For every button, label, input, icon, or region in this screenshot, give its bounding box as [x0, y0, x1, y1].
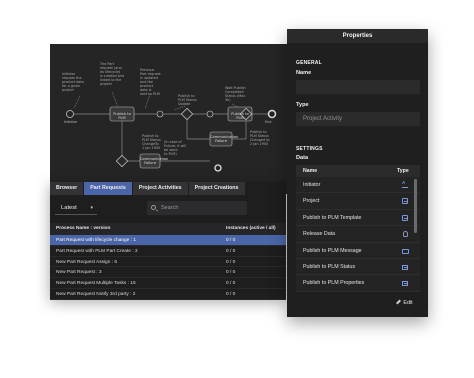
process-name: New Part Request Notify 3rd party : 2: [56, 291, 136, 297]
data-row-name: Publish to PLM Status: [303, 263, 356, 270]
data-row-name: Publish to PLM Message: [303, 247, 362, 254]
diagram-note: Initiator request the product data for a gi…: [62, 72, 84, 92]
data-row-name: Project: [303, 198, 320, 205]
data-row-name: Publish to PLM Template: [303, 214, 362, 221]
table-row[interactable]: Part Request with lifecycle change : 1 0…: [50, 235, 286, 246]
task-label: Communication Failure: [210, 135, 239, 143]
process-diagram: [66, 91, 277, 172]
task-label: Publish to PLM: [231, 112, 249, 120]
data-row-name: Release Data: [303, 231, 336, 238]
version-select[interactable]: Latest ▾: [55, 201, 97, 215]
name-field[interactable]: [296, 80, 420, 94]
end-event-label: End: [265, 120, 272, 124]
gateway-1: [180, 107, 194, 121]
process-name: Part Request with PLM Part Create : 3: [56, 248, 138, 254]
gateway-3: [115, 154, 129, 168]
column-header-type: Type: [397, 168, 409, 174]
database-icon: [402, 231, 408, 238]
list-icon: [402, 281, 408, 287]
process-instances: 0 / 0: [226, 270, 236, 276]
process-name: Part Request with lifecycle change : 1: [56, 238, 136, 243]
data-row-name: Initiator: [303, 182, 321, 188]
panel-tabs: Browser Part Requests Project Activities…: [50, 182, 246, 195]
name-label: Name: [296, 70, 312, 76]
diagram-note: Wait Publish Completed Status (Max 3h): [225, 86, 246, 102]
data-label: Data: [296, 155, 309, 161]
list-icon: [402, 264, 408, 270]
properties-panel: Properties GENERAL Name Type Project Act…: [287, 29, 428, 317]
timer-event-2: [206, 110, 214, 118]
version-select-value: Latest: [61, 205, 77, 211]
data-table-scrollbar[interactable]: [414, 179, 417, 233]
pencil-icon: [396, 299, 402, 305]
filter-row: Latest ▾ Search: [50, 195, 286, 223]
process-instances: 0 / 0: [226, 238, 236, 243]
table-row[interactable]: New Part Request Notify 3rd party : 2 0 …: [50, 288, 286, 300]
message-icon: [402, 248, 409, 254]
process-instances: 0 / 0: [226, 281, 236, 287]
tab-project-creations[interactable]: Project Creations: [188, 182, 246, 195]
process-name: New Part Request Multiple Tasks : 15: [56, 281, 136, 287]
diagram-note: Publish to PLM Status ChangeTo 1 Jan 1900: [142, 134, 161, 150]
diagram-note: Previous Part request is updated and the pro…: [140, 68, 161, 96]
text-type-icon: [402, 180, 408, 188]
data-row[interactable]: Initiator: [296, 177, 420, 194]
general-heading: GENERAL: [296, 60, 322, 66]
properties-title: Properties: [287, 29, 428, 43]
task-label: Communication Failure: [140, 157, 169, 165]
data-row[interactable]: Project: [296, 193, 420, 210]
data-table: Name Type Initiator Project Publish to P…: [296, 165, 420, 292]
diagram-note: Publish to PLM Status Changed to 2 Jan 1900: [250, 130, 270, 146]
tab-project-activities[interactable]: Project Activities: [132, 182, 189, 195]
type-field: Project Activity: [296, 112, 420, 126]
process-name: New Part Request Assign : 6: [56, 259, 118, 265]
end-event-2: [214, 164, 222, 172]
table-row[interactable]: New Part Request Assign : 6 0 / 0: [50, 256, 286, 268]
start-event: [66, 110, 74, 118]
edit-button-label: Edit: [403, 300, 413, 306]
process-name: New Part Request : 3: [56, 270, 102, 276]
table-row[interactable]: Part Request with PLM Part Create : 3 0 …: [50, 245, 286, 257]
search-placeholder: Search: [161, 205, 179, 211]
process-list-panel: Browser Part Requests Project Activities…: [50, 182, 286, 300]
data-row[interactable]: Publish to PLM Message: [296, 242, 420, 259]
data-row[interactable]: Publish to PLM Template: [296, 209, 420, 227]
process-instances: 0 / 0: [226, 259, 236, 265]
start-event-label: Initiator: [64, 120, 78, 124]
chevron-down-icon: ▾: [90, 205, 93, 211]
settings-heading: SETTINGS: [296, 146, 323, 152]
document-icon: [402, 198, 408, 205]
column-header-process-name[interactable]: Process Name : version: [56, 226, 110, 231]
process-instances: 0 / 0: [226, 291, 236, 297]
data-row[interactable]: Publish to PLM Properties: [296, 275, 420, 292]
edit-button[interactable]: Edit: [389, 297, 420, 309]
process-table-body: Part Request with lifecycle change : 1 0…: [50, 235, 286, 300]
timer-event-1: [156, 110, 164, 118]
tab-part-requests[interactable]: Part Requests: [84, 182, 133, 195]
process-table-header: Process Name : version Instances (active…: [50, 223, 286, 235]
column-header-instances[interactable]: Instances (active / all): [226, 226, 276, 231]
table-row[interactable]: New Part Request Multiple Tasks : 15 0 /…: [50, 278, 286, 289]
table-row[interactable]: New Part Request : 3 0 / 0: [50, 267, 286, 279]
search-input[interactable]: Search: [147, 201, 247, 215]
diagram-note: Publish to PLM Status Update: [178, 94, 197, 106]
tab-browser[interactable]: Browser: [50, 182, 85, 195]
end-event: [267, 109, 277, 119]
document-icon: [402, 214, 408, 221]
search-icon: [151, 205, 156, 210]
data-table-header: Name Type: [296, 165, 420, 177]
process-instances: 0 / 0: [226, 248, 236, 254]
data-row[interactable]: Publish to PLM Status: [296, 258, 420, 276]
task-label: Publish to PLM: [113, 112, 131, 120]
type-label: Type: [296, 102, 309, 108]
data-row[interactable]: Release Data: [296, 226, 420, 243]
diagram-note: The Part request (and its lifecycle) is cre…: [100, 62, 125, 86]
column-header-name: Name: [303, 168, 318, 174]
diagram-note: (In case of Failure, it will be send to PLM…: [164, 140, 187, 156]
process-diagram-canvas[interactable]: Initiator request the product data for a gi…: [50, 44, 290, 194]
data-row-name: Publish to PLM Properties: [303, 280, 365, 287]
